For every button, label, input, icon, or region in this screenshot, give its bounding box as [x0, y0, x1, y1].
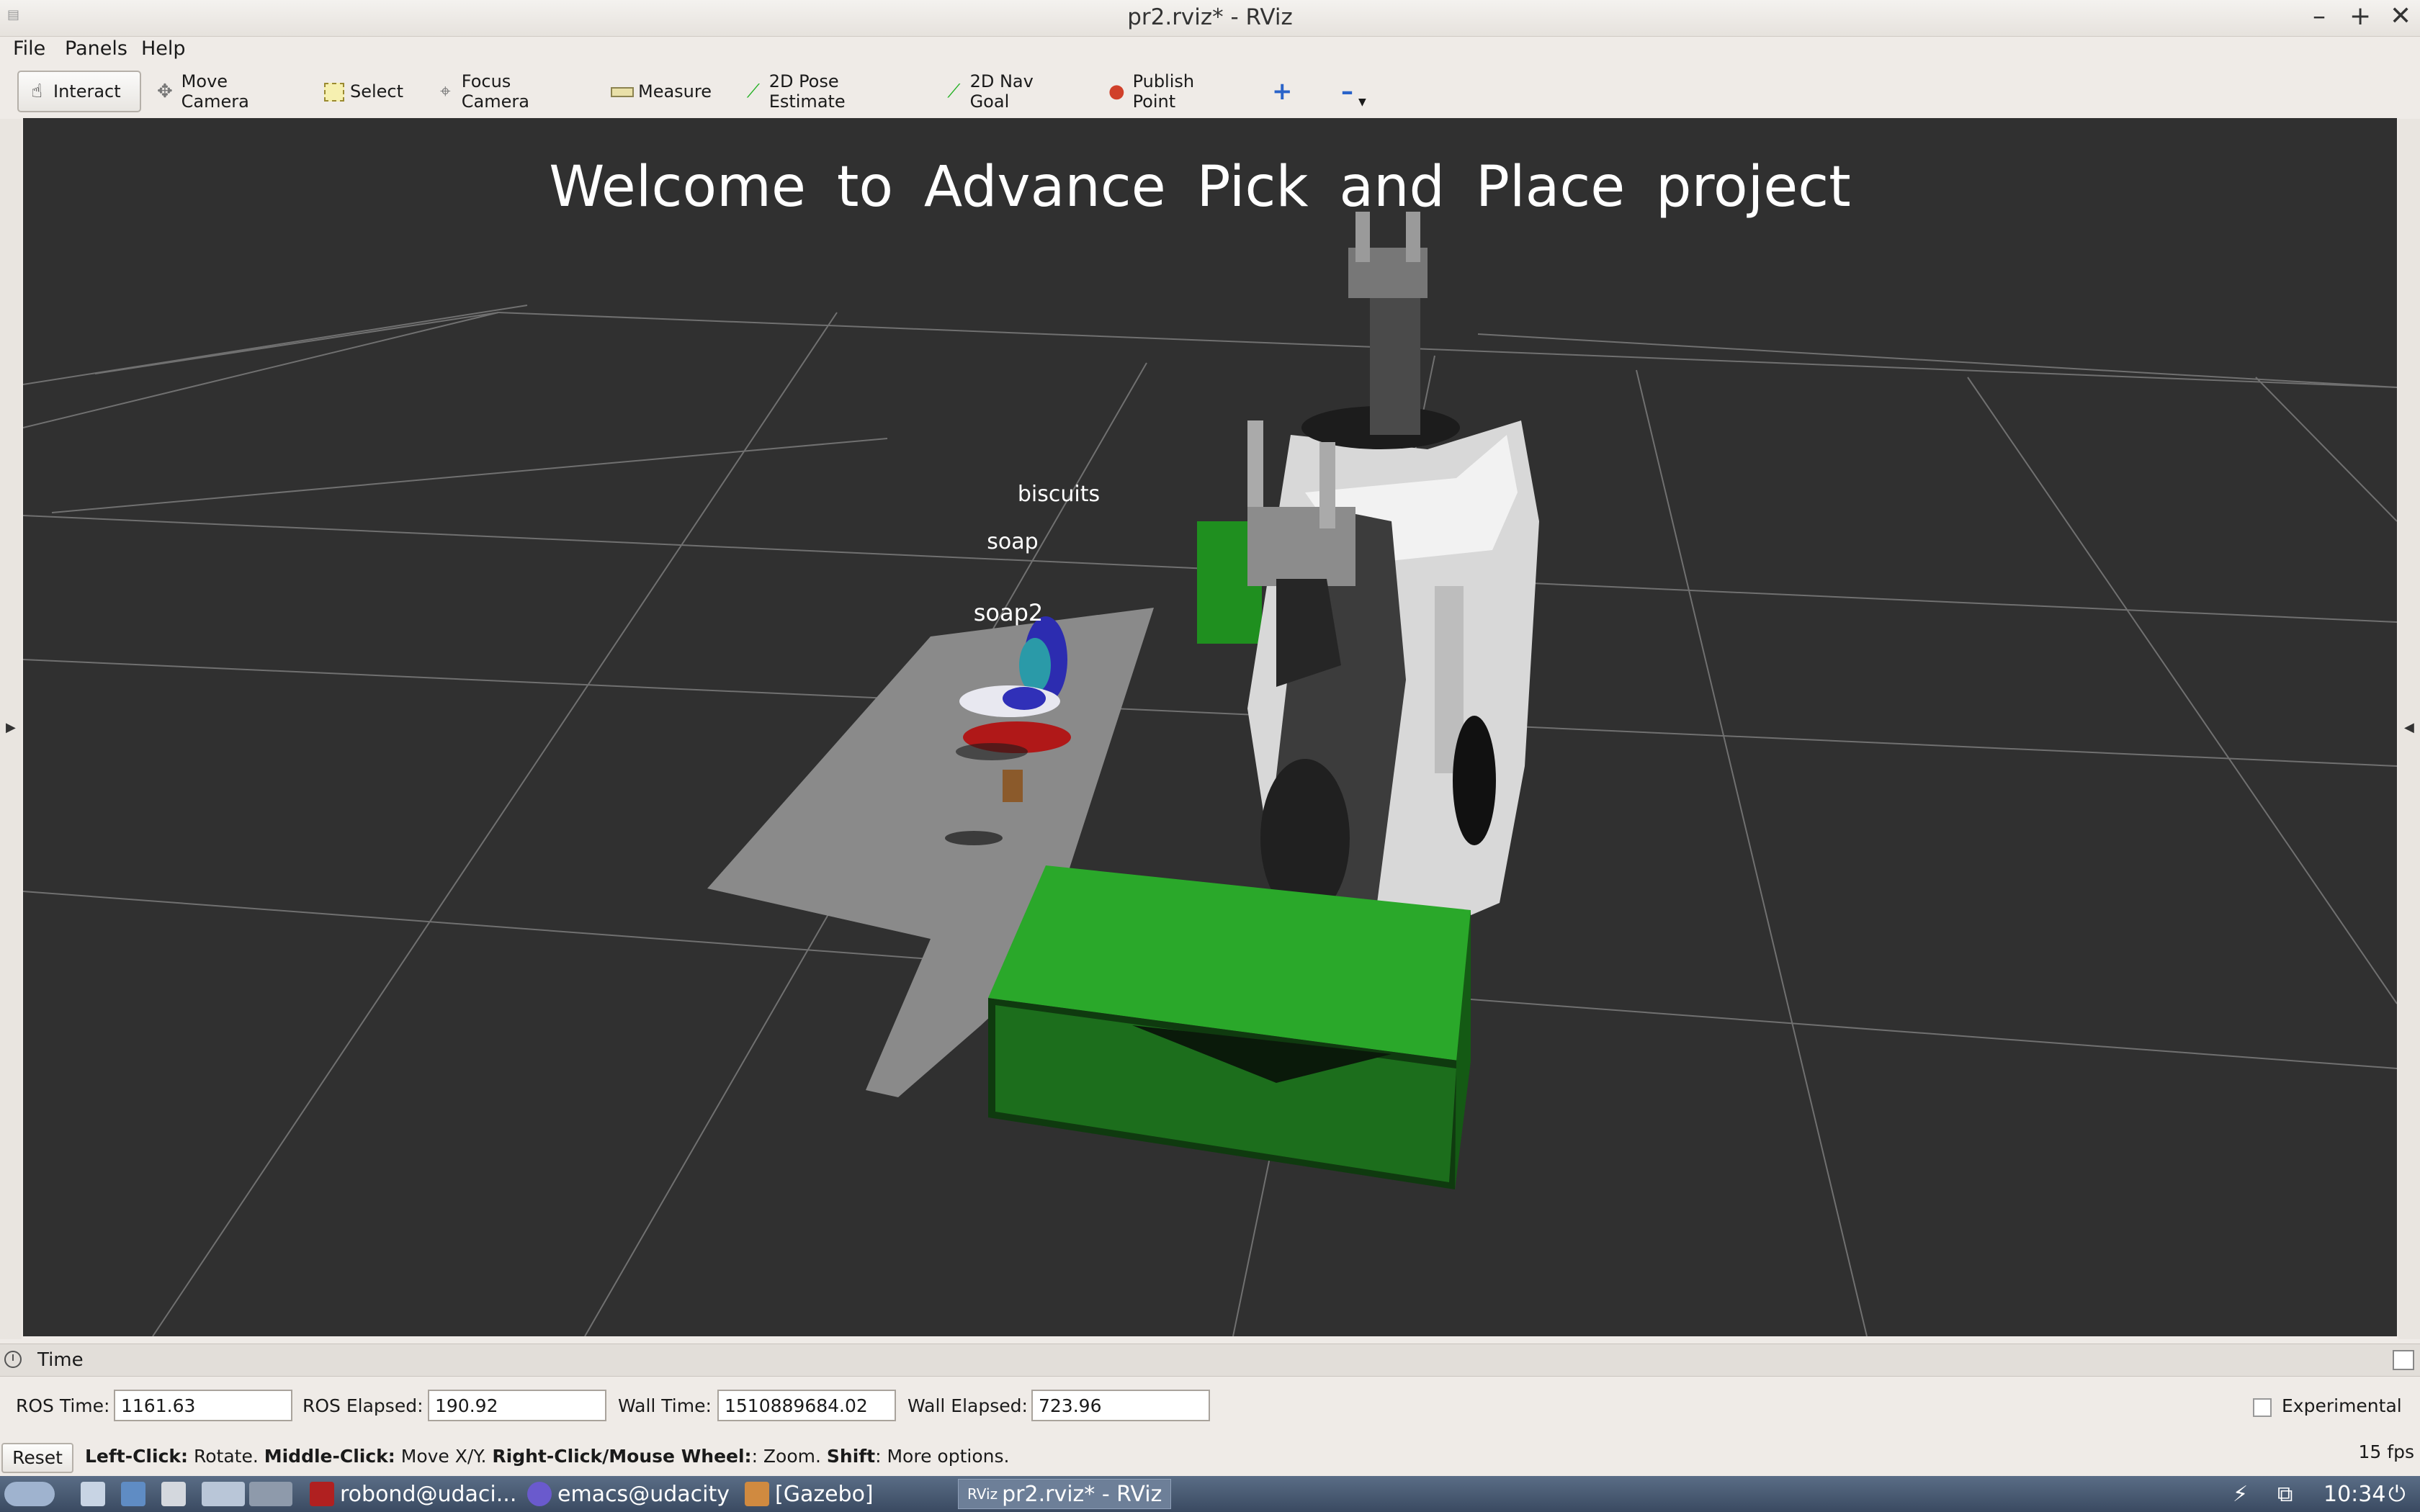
map-pin-icon: ● [1108, 81, 1125, 102]
experimental-label: Experimental [2282, 1395, 2402, 1416]
time-panel-title: Time [37, 1349, 84, 1371]
plus-icon: + [1272, 77, 1293, 106]
terminal-icon [310, 1482, 334, 1506]
remove-tool-button[interactable]: – ▼ [1334, 71, 1370, 112]
taskbar-gazebo[interactable]: [Gazebo] [745, 1479, 874, 1509]
expand-left-icon: ◀ [2404, 720, 2414, 735]
menu-help[interactable]: Help [141, 37, 186, 60]
welcome-banner: Welcome to Advance Pick and Place projec… [549, 155, 1851, 220]
ros-elapsed-field[interactable]: 190.92 [428, 1390, 606, 1421]
gazebo-icon [745, 1482, 769, 1506]
menu-bar: File Panels Help [0, 36, 2420, 63]
add-tool-button[interactable]: + [1265, 71, 1298, 112]
ruler-icon [611, 81, 634, 102]
scene-render: Welcome to Advance Pick and Place projec… [23, 155, 2397, 1336]
expand-right-icon: ▶ [6, 720, 16, 735]
ground-grid [23, 305, 2397, 1336]
ros-elapsed-label: ROS Elapsed: [302, 1395, 424, 1416]
window-title-bar: ▤ pr2.rviz* - RViz – + ✕ [0, 0, 2420, 37]
power-status-icon[interactable]: ⚡ [2233, 1479, 2248, 1509]
interact-tool-button[interactable]: ☝ Interact [17, 71, 141, 112]
wall-time-label: Wall Time: [618, 1395, 712, 1416]
publish-point-tool-button[interactable]: ● Publish Point [1099, 71, 1245, 112]
render-viewport[interactable]: Welcome to Advance Pick and Place projec… [23, 118, 2397, 1336]
reset-button[interactable]: Reset [1, 1443, 73, 1473]
label-biscuits: biscuits [1018, 482, 1100, 507]
wall-elapsed-label: Wall Elapsed: [908, 1395, 1028, 1416]
ros-time-field[interactable]: 1161.63 [114, 1390, 292, 1421]
time-panel-header: Time [0, 1344, 2420, 1377]
wall-time-field[interactable]: 1510889684.02 [717, 1390, 896, 1421]
minimize-button[interactable]: – [2309, 1, 2329, 31]
taskbar-clock[interactable]: 10:34 [2323, 1479, 2385, 1509]
taskbar-terminal[interactable]: robond@udaci... [310, 1479, 516, 1509]
desktop-2-button[interactable] [249, 1479, 298, 1509]
clock-icon [4, 1351, 22, 1368]
hand-pointer-icon: ☝ [31, 81, 42, 102]
interaction-hint: Left-Click: Rotate. Middle-Click: Move X… [85, 1446, 1010, 1467]
taskbar-emacs[interactable]: emacs@udacity [527, 1479, 730, 1509]
network-icon[interactable]: ⧉ [2277, 1479, 2293, 1509]
maximize-button[interactable]: + [2349, 1, 2371, 31]
window-icon [161, 1482, 186, 1506]
select-tool-button[interactable]: Select [317, 71, 411, 112]
close-button[interactable]: ✕ [2390, 1, 2411, 31]
right-dock-handle[interactable]: ◀ [2398, 119, 2420, 1339]
taskbar-rviz[interactable]: RViz pr2.rviz* - RViz [958, 1479, 1171, 1509]
desktop-1-button[interactable] [202, 1479, 251, 1509]
measure-tool-button[interactable]: Measure [604, 71, 719, 112]
file-manager-launcher[interactable] [81, 1479, 111, 1509]
pr2-robot [1247, 212, 1539, 924]
select-box-icon [324, 81, 344, 102]
desktop-icon [202, 1482, 245, 1506]
start-menu-button[interactable] [4, 1479, 60, 1509]
nav-goal-tool-button[interactable]: ⟋ 2D Nav Goal [936, 71, 1080, 112]
wall-elapsed-field[interactable]: 723.96 [1031, 1390, 1210, 1421]
pose-estimate-tool-button[interactable]: ⟋ 2D Pose Estimate [736, 71, 916, 112]
folder-icon [81, 1482, 105, 1506]
left-dock-handle[interactable]: ▶ [0, 119, 22, 1339]
emacs-icon [527, 1482, 552, 1506]
panel-undock-button[interactable] [2393, 1350, 2414, 1370]
desktop-icon [249, 1482, 292, 1506]
rviz-small-icon: RViz [967, 1485, 998, 1503]
browser-launcher[interactable] [121, 1479, 151, 1509]
move-arrows-icon: ✥ [156, 81, 173, 102]
minus-icon: – [1341, 77, 1353, 106]
menu-panels[interactable]: Panels [65, 37, 127, 60]
label-soap2: soap2 [974, 599, 1044, 626]
right-bin [988, 865, 1471, 1189]
power-button-icon[interactable]: ⏻ [2388, 1479, 2406, 1509]
ros-time-label: ROS Time: [16, 1395, 110, 1416]
label-soap: soap [987, 529, 1038, 554]
crosshair-icon: ⌖ [440, 81, 451, 102]
terminal-launcher[interactable] [161, 1479, 192, 1509]
browser-icon [121, 1482, 145, 1506]
menu-file[interactable]: File [13, 37, 45, 60]
focus-camera-tool-button[interactable]: ⌖ Focus Camera [428, 71, 586, 112]
move-camera-tool-button[interactable]: ✥ Move Camera [147, 71, 307, 112]
experimental-checkbox[interactable] [2253, 1398, 2272, 1417]
fps-counter: 15 fps [2358, 1441, 2414, 1462]
start-menu-icon [4, 1482, 55, 1506]
green-arrow-icon: ⟋ [746, 81, 760, 102]
window-title: pr2.rviz* - RViz [1127, 4, 1293, 30]
green-arrow-icon: ⟋ [947, 81, 961, 102]
dropdown-arrow-icon: ▼ [1358, 96, 1366, 108]
